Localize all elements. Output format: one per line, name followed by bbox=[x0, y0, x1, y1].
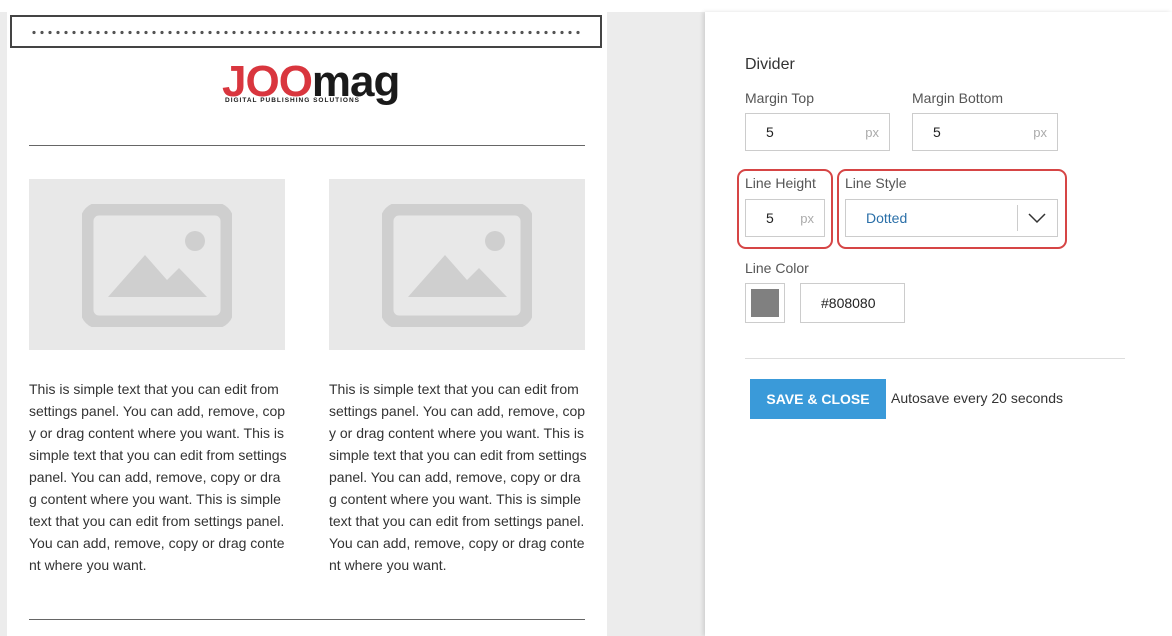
panel-separator bbox=[745, 358, 1125, 359]
selected-divider-block[interactable] bbox=[10, 15, 602, 48]
image-placeholder-icon bbox=[82, 204, 232, 327]
logo-tagline: DIGITAL PUBLISHING SOLUTIONS bbox=[225, 97, 361, 104]
color-chip bbox=[751, 289, 779, 317]
divider-line-bottom[interactable] bbox=[29, 619, 585, 620]
margin-bottom-unit: px bbox=[1033, 125, 1047, 140]
margin-top-value: 5 bbox=[766, 124, 774, 140]
dotted-divider-line bbox=[30, 30, 582, 35]
chevron-down-icon[interactable] bbox=[1027, 209, 1047, 227]
color-swatch[interactable] bbox=[745, 283, 785, 323]
line-height-value: 5 bbox=[766, 210, 774, 226]
line-style-label: Line Style bbox=[845, 175, 907, 191]
divider-line[interactable] bbox=[29, 145, 585, 146]
margin-bottom-input[interactable]: 5 px bbox=[912, 113, 1058, 151]
margin-bottom-label: Margin Bottom bbox=[912, 90, 1004, 106]
image-placeholder-icon bbox=[382, 204, 532, 327]
save-close-button[interactable]: SAVE & CLOSE bbox=[750, 379, 886, 419]
email-canvas: JOOmag DIGITAL PUBLISHING SOLUTIONS This… bbox=[7, 12, 607, 636]
line-color-label: Line Color bbox=[745, 260, 809, 276]
text-block-left[interactable]: This is simple text that you can edit fr… bbox=[29, 378, 287, 576]
image-placeholder-left[interactable] bbox=[29, 179, 285, 350]
line-height-label: Line Height bbox=[745, 175, 816, 191]
margin-top-input[interactable]: 5 px bbox=[745, 113, 890, 151]
line-height-unit: px bbox=[800, 211, 814, 226]
line-style-value: Dotted bbox=[866, 210, 908, 226]
text-block-right[interactable]: This is simple text that you can edit fr… bbox=[329, 378, 587, 576]
image-placeholder-right[interactable] bbox=[329, 179, 585, 350]
joomag-logo: JOOmag DIGITAL PUBLISHING SOLUTIONS bbox=[222, 60, 400, 110]
panel-title: Divider bbox=[745, 56, 795, 73]
settings-panel: Divider Margin Top 5 px Margin Bottom 5 … bbox=[705, 12, 1172, 636]
color-hex-value: #808080 bbox=[821, 295, 876, 311]
margin-top-label: Margin Top bbox=[745, 90, 815, 106]
line-height-input[interactable]: 5 px bbox=[745, 199, 825, 237]
line-style-select[interactable]: Dotted bbox=[845, 199, 1058, 237]
margin-top-unit: px bbox=[865, 125, 879, 140]
color-hex-input[interactable]: #808080 bbox=[800, 283, 905, 323]
top-bar bbox=[0, 0, 1172, 12]
margin-bottom-value: 5 bbox=[933, 124, 941, 140]
autosave-text: Autosave every 20 seconds bbox=[891, 390, 1063, 406]
